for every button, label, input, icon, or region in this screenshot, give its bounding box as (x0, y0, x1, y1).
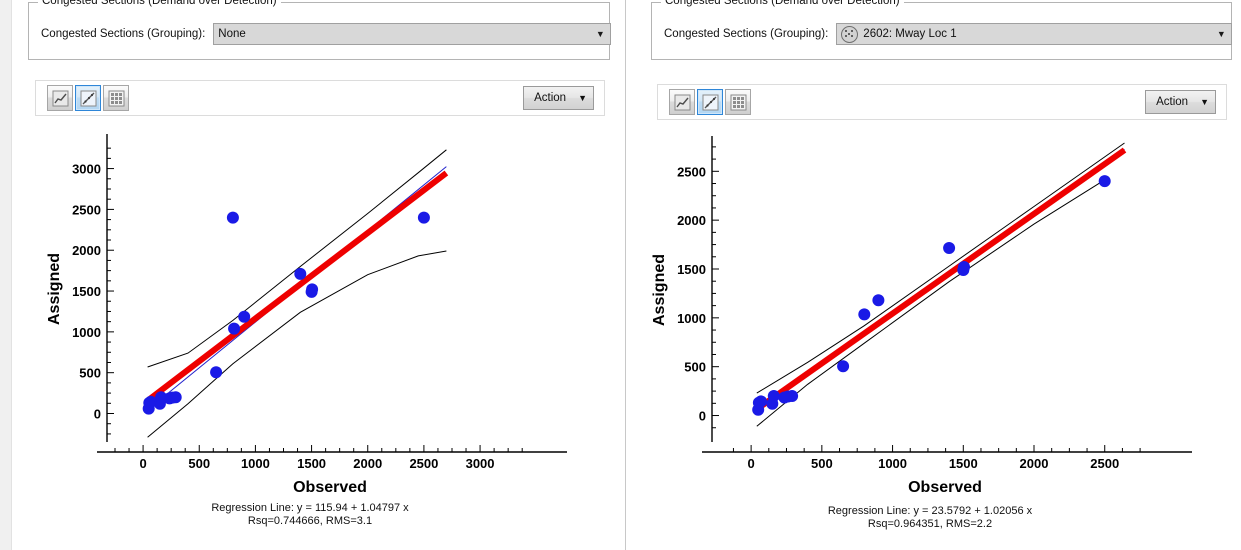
grouping-row: Congested Sections (Grouping): None ▼ (41, 23, 611, 45)
svg-text:0: 0 (139, 456, 146, 471)
chart-canvas: 0 500 1000 1500 2000 2500 0 500 1000 1500 2000 2500… (645, 126, 1235, 494)
action-button[interactable]: Action ▼ (1145, 90, 1216, 114)
regression-stats-text: Rsq=0.964351, RMS=2.2 (620, 518, 1240, 531)
svg-text:1500: 1500 (72, 284, 101, 299)
chart-canvas: 0 500 1000 1500 2000 2500 3000 0 500 1000 1500 2000… (20, 122, 610, 494)
congested-sections-groupbox: Congested Sections (Demand over Detectio… (651, 2, 1232, 60)
line-chart-icon (52, 90, 69, 107)
grouping-combobox-value: 2602: Mway Loc 1 (863, 28, 1213, 40)
groupbox-title: Congested Sections (Demand over Detectio… (661, 0, 904, 7)
chart-toolbar: Action ▼ (35, 80, 605, 116)
svg-text:500: 500 (79, 366, 101, 381)
scatter-chart-icon-button[interactable] (697, 89, 723, 115)
scatter-chart-icon (80, 90, 97, 107)
chevron-down-icon: ▼ (1200, 98, 1209, 107)
svg-text:0: 0 (699, 409, 706, 424)
svg-text:500: 500 (811, 456, 833, 471)
svg-text:3000: 3000 (72, 162, 101, 177)
grid-table-icon-button[interactable] (103, 85, 129, 111)
line-chart-icon-button[interactable] (47, 85, 73, 111)
chart-toolbar: Action ▼ (657, 84, 1227, 120)
scatter-chart-icon-button[interactable] (75, 85, 101, 111)
svg-text:2000: 2000 (677, 213, 706, 228)
scatter-chart-left[interactable]: 0 500 1000 1500 2000 2500 3000 0 500 1000 1500 2000… (20, 122, 610, 494)
svg-text:Observed: Observed (908, 479, 982, 494)
svg-text:1500: 1500 (297, 456, 326, 471)
svg-text:0: 0 (748, 456, 755, 471)
svg-text:2000: 2000 (72, 243, 101, 258)
chevron-down-icon[interactable]: ▼ (1213, 30, 1229, 39)
svg-text:2500: 2500 (1090, 456, 1119, 471)
svg-text:500: 500 (684, 360, 706, 375)
svg-text:Observed: Observed (293, 479, 367, 494)
grid-table-icon-button[interactable] (725, 89, 751, 115)
svg-text:0: 0 (94, 407, 101, 422)
panel-divider (625, 0, 626, 550)
grouping-combobox-value: None (218, 28, 592, 40)
grouping-combobox[interactable]: None ▼ (213, 23, 611, 45)
svg-text:1500: 1500 (949, 456, 978, 471)
app-root: Congested Sections (Demand over Detectio… (0, 0, 1241, 550)
congested-sections-groupbox: Congested Sections (Demand over Detectio… (28, 2, 610, 60)
grouping-combobox[interactable]: 2602: Mway Loc 1 ▼ (836, 23, 1232, 45)
regression-caption: Regression Line: y = 23.5792 + 1.02056 x… (620, 505, 1240, 531)
scatter-chart-icon (702, 94, 719, 111)
grid-table-icon (730, 94, 747, 111)
line-chart-icon-button[interactable] (669, 89, 695, 115)
action-button[interactable]: Action ▼ (523, 86, 594, 110)
svg-text:1500: 1500 (677, 262, 706, 277)
window-left-edge-strip (0, 0, 12, 550)
svg-text:2000: 2000 (1020, 456, 1049, 471)
svg-text:2500: 2500 (72, 202, 101, 217)
regression-stats-text: Rsq=0.744666, RMS=3.1 (0, 515, 620, 528)
grid-table-icon (108, 90, 125, 107)
svg-text:Assigned: Assigned (651, 254, 668, 326)
chevron-down-icon: ▼ (578, 94, 587, 103)
regression-caption: Regression Line: y = 115.94 + 1.04797 x … (0, 502, 620, 528)
groupbox-title: Congested Sections (Demand over Detectio… (38, 0, 281, 7)
svg-text:1000: 1000 (72, 325, 101, 340)
regression-line-text: Regression Line: y = 23.5792 + 1.02056 x (620, 505, 1240, 518)
grouping-label: Congested Sections (Grouping): (664, 28, 828, 40)
scatter-chart-right[interactable]: 0 500 1000 1500 2000 2500 0 500 1000 1500 2000 2500… (645, 126, 1235, 494)
chart-type-button-group (669, 89, 751, 115)
svg-text:3000: 3000 (466, 456, 495, 471)
grouping-row: Congested Sections (Grouping): 2602: Mwa… (664, 23, 1232, 45)
chevron-down-icon[interactable]: ▼ (592, 30, 608, 39)
svg-text:500: 500 (188, 456, 210, 471)
svg-text:1000: 1000 (878, 456, 907, 471)
network-node-icon (841, 26, 858, 43)
svg-text:1000: 1000 (241, 456, 270, 471)
svg-text:2500: 2500 (409, 456, 438, 471)
action-button-label: Action (1156, 96, 1188, 108)
svg-text:Assigned: Assigned (46, 253, 63, 325)
svg-text:1000: 1000 (677, 311, 706, 326)
svg-text:2500: 2500 (677, 164, 706, 179)
svg-text:2000: 2000 (353, 456, 382, 471)
chart-type-button-group (47, 85, 129, 111)
action-button-label: Action (534, 92, 566, 104)
line-chart-icon (674, 94, 691, 111)
grouping-label: Congested Sections (Grouping): (41, 28, 205, 40)
regression-line-text: Regression Line: y = 115.94 + 1.04797 x (0, 502, 620, 515)
